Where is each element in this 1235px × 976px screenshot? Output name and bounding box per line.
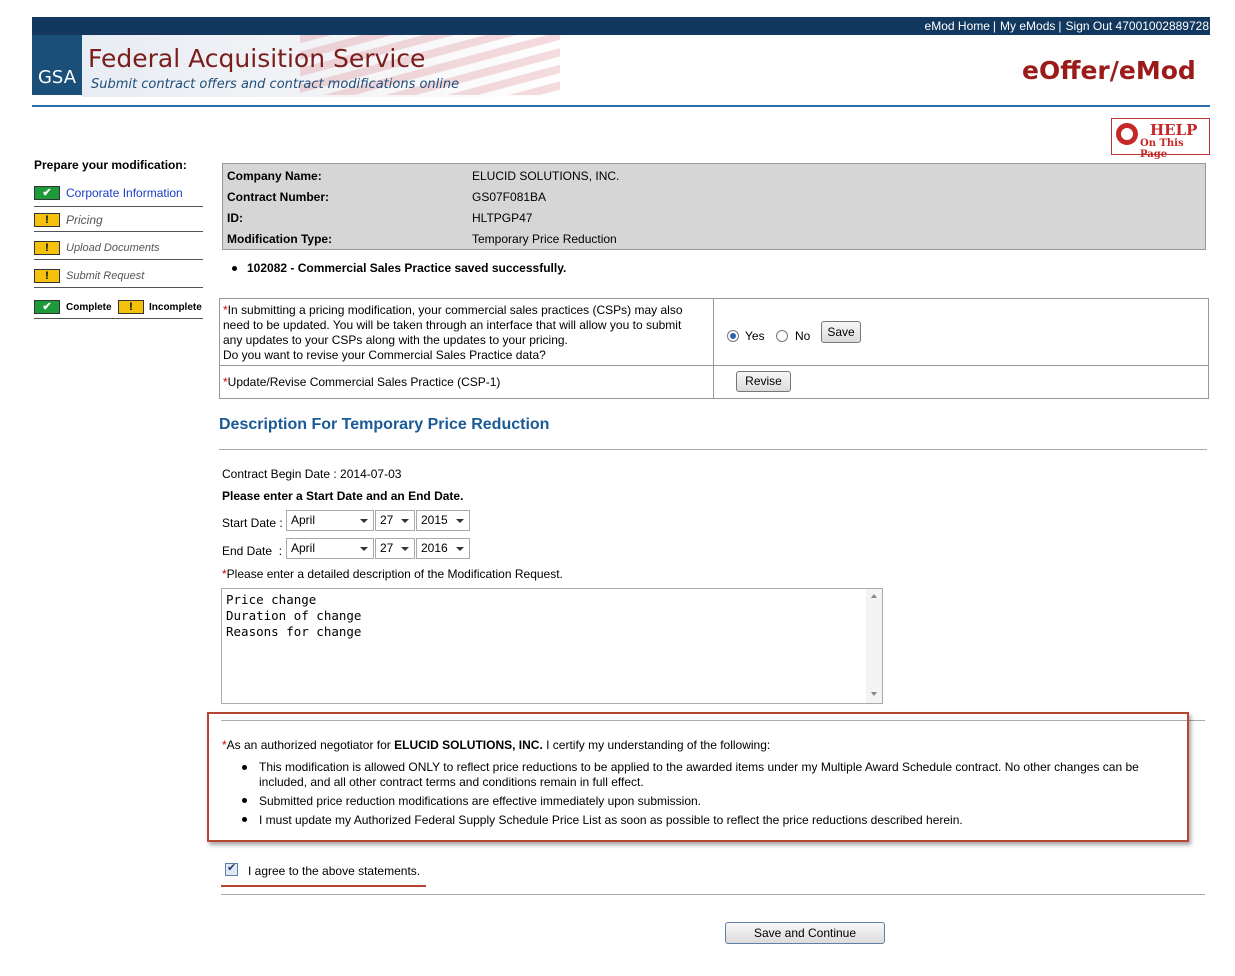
chevron-down-icon [456, 519, 464, 523]
warning-icon: ! [118, 300, 144, 314]
revise-button[interactable]: Revise [736, 371, 791, 392]
help-button[interactable]: HELP On This Page [1111, 118, 1210, 160]
sidebar-item-corporate-information[interactable]: ✔ Corporate Information [34, 180, 203, 207]
site-title: Federal Acquisition Service [88, 44, 426, 73]
certification-intro: *As an authorized negotiator for ELUCID … [222, 738, 771, 752]
help-sublabel: On This Page [1140, 138, 1184, 160]
end-year-select[interactable]: 2016 [416, 538, 470, 559]
gsa-logo: GSA [32, 35, 82, 95]
start-date-label: Start Date : [222, 516, 283, 530]
chevron-down-icon [401, 547, 409, 551]
csp-table: *In submitting a pricing modification, y… [219, 298, 1209, 399]
certification-item: Submitted price reduction modifications … [259, 794, 701, 808]
start-year-select[interactable]: 2015 [416, 510, 470, 531]
section-title: Description For Temporary Price Reductio… [219, 416, 550, 433]
description-prompt: *Please enter a detailed description of … [222, 567, 563, 581]
contract-number-value: GS07F081BA [472, 190, 547, 204]
lifebuoy-icon [1116, 123, 1138, 145]
description-textarea[interactable]: Price change Duration of change Reasons … [221, 588, 883, 704]
bullet [242, 817, 247, 822]
id-label: ID: [227, 211, 243, 225]
sign-out-link[interactable]: Sign Out 47001002889728 [1066, 19, 1209, 33]
chevron-down-icon [456, 547, 464, 551]
warning-icon: ! [34, 241, 60, 255]
textarea-scrollbar[interactable] [866, 589, 882, 703]
save-button[interactable]: Save [821, 321, 861, 343]
sidebar-item-label: Submit Request [66, 270, 145, 282]
start-day-select[interactable]: 27 [375, 510, 415, 531]
no-radio[interactable] [776, 330, 788, 342]
date-instruction: Please enter a Start Date and an End Dat… [222, 489, 464, 503]
no-label: No [795, 329, 811, 343]
chevron-down-icon [401, 519, 409, 523]
sidebar-item-upload-documents[interactable]: ! Upload Documents [34, 232, 203, 260]
company-name-value: ELUCID SOLUTIONS, INC. [472, 169, 620, 183]
bullet [242, 798, 247, 803]
site-subtitle: Submit contract offers and contract modi… [91, 77, 460, 92]
sidebar-item-submit-request[interactable]: ! Submit Request [34, 260, 203, 288]
my-emods-link[interactable]: My eMods [1000, 19, 1055, 33]
legend-complete: Complete [66, 302, 112, 313]
scroll-up-icon [871, 594, 877, 598]
top-nav-bar: eMod Home | My eMods | Sign Out 470010028897… [32, 17, 1210, 35]
top-links: eMod Home | My eMods | Sign Out 470010028897… [924, 19, 1209, 33]
certification-item: This modification is allowed ONLY to ref… [259, 760, 1139, 774]
status-legend: ✔ Complete ! Incomplete [34, 293, 203, 319]
success-message: 102082 - Commercial Sales Practice saved… [232, 261, 566, 275]
end-day-select[interactable]: 27 [375, 538, 415, 559]
csp-question: *In submitting a pricing modification, y… [223, 303, 683, 362]
warning-icon: ! [34, 269, 60, 283]
id-value: HLTPGP47 [472, 211, 533, 225]
contract-info-panel: Company Name: ELUCID SOLUTIONS, INC. Con… [222, 163, 1206, 250]
banner-divider [32, 105, 1210, 107]
sidebar-item-label[interactable]: Corporate Information [66, 186, 183, 200]
yes-label: Yes [745, 329, 765, 343]
company-name-label: Company Name: [227, 169, 322, 183]
emod-home-link[interactable]: eMod Home [925, 19, 990, 33]
contract-number-label: Contract Number: [227, 190, 330, 204]
start-month-select[interactable]: April [286, 510, 374, 531]
app-name: eOffer/eMod [1022, 56, 1196, 85]
end-month-select[interactable]: April [286, 538, 374, 559]
modification-type-label: Modification Type: [227, 232, 333, 246]
sidebar-item-label: Upload Documents [66, 242, 160, 254]
sidebar-item-label: Pricing [66, 213, 103, 227]
chevron-down-icon [360, 547, 368, 551]
check-icon: ✔ [34, 186, 60, 200]
agree-checkbox[interactable] [225, 861, 238, 876]
contract-begin-date: Contract Begin Date : 2014-07-03 [222, 467, 402, 481]
legend-incomplete: Incomplete [149, 302, 202, 313]
sidebar-item-pricing[interactable]: ! Pricing [34, 206, 203, 232]
scroll-down-icon [871, 692, 877, 696]
divider [221, 894, 1205, 895]
agree-label: I agree to the above statements. [248, 864, 421, 878]
bullet [242, 765, 247, 770]
chevron-down-icon [360, 519, 368, 523]
certification-item: I must update my Authorized Federal Supp… [259, 813, 963, 827]
yes-radio[interactable] [727, 330, 739, 342]
save-and-continue-button[interactable]: Save and Continue [725, 922, 885, 944]
divider [219, 449, 1207, 450]
warning-icon: ! [34, 213, 60, 227]
sidebar-heading: Prepare your modification: [34, 158, 187, 172]
help-label: HELP [1150, 121, 1198, 139]
certification-item: included, and all other contract terms a… [259, 775, 644, 789]
check-icon: ✔ [34, 300, 60, 314]
modification-type-value: Temporary Price Reduction [472, 232, 617, 246]
end-date-label: End Date : [222, 544, 283, 558]
agree-underline [221, 885, 426, 887]
csp-update-label: *Update/Revise Commercial Sales Practice… [223, 375, 501, 389]
